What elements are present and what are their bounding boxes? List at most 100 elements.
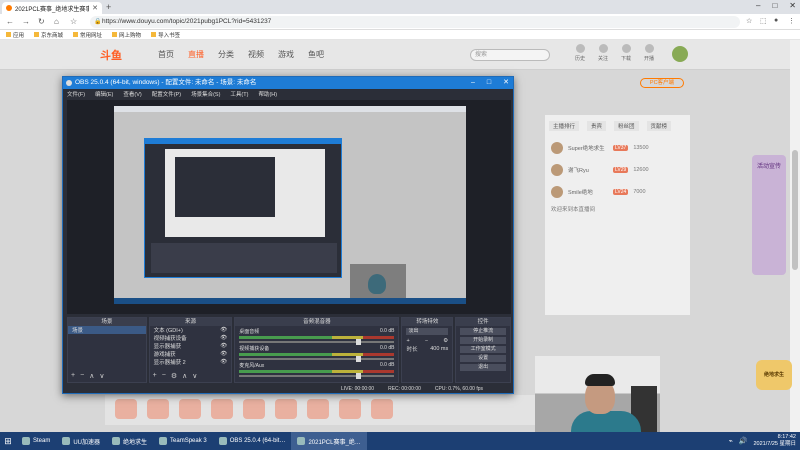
remove-icon[interactable]: − xyxy=(425,338,428,344)
duration-input[interactable]: 400 ms xyxy=(430,346,448,352)
visibility-icon[interactable]: 👁 xyxy=(220,359,227,365)
nav-category[interactable]: 分类 xyxy=(218,49,234,60)
gift-icon[interactable] xyxy=(339,399,361,419)
exit-button[interactable]: 退出 xyxy=(460,364,506,371)
nav-home[interactable]: 首页 xyxy=(158,49,174,60)
tab-close-icon[interactable]: ✕ xyxy=(92,4,98,12)
network-icon[interactable]: ⌁ xyxy=(729,437,733,445)
clock[interactable]: 8:17:42 2021/7/25 星期日 xyxy=(754,434,797,448)
menu-tools[interactable]: 工具(T) xyxy=(230,90,248,98)
maximize-icon[interactable]: □ xyxy=(487,77,491,89)
star-icon[interactable]: ☆ xyxy=(746,17,752,25)
settings-button[interactable]: 设置 xyxy=(460,355,506,362)
reload-icon[interactable]: ↻ xyxy=(38,17,45,26)
rank-row[interactable]: Super绝地求生 LV37 13500 xyxy=(545,137,690,159)
volume-slider[interactable] xyxy=(239,356,395,362)
gear-icon[interactable]: ⚙ xyxy=(171,372,177,380)
source-item[interactable]: 游戏捕获 👁 xyxy=(150,350,232,358)
volume-icon[interactable]: 🔊 xyxy=(739,437,748,445)
menu-file[interactable]: 文件(F) xyxy=(67,90,85,98)
taskbar-item-teamspeak[interactable]: TeamSpeak 3 xyxy=(153,432,213,450)
stop-streaming-button[interactable]: 停止推流 xyxy=(460,328,506,335)
minimize-icon[interactable]: – xyxy=(756,1,760,10)
taskbar-item-steam[interactable]: Steam xyxy=(16,432,56,450)
gift-icon[interactable] xyxy=(371,399,393,419)
taskbar-item-pubg[interactable]: 绝地求生 xyxy=(106,432,153,450)
bookmark-item[interactable]: 网上购物 xyxy=(112,31,141,39)
pc-client-button[interactable]: PC客户端 xyxy=(640,78,684,88)
tab-vip[interactable]: 贵宾 xyxy=(587,121,607,131)
rank-row[interactable]: Smile绝地 LV24 7000 xyxy=(545,181,690,203)
taskbar-item-browser[interactable]: 2021PCL赛事_绝… xyxy=(291,432,367,450)
bookmark-apps[interactable]: 应用 xyxy=(6,31,24,39)
transition-select[interactable]: 淡出 xyxy=(406,328,449,335)
visibility-icon[interactable]: 👁 xyxy=(220,327,227,333)
volume-slider[interactable] xyxy=(239,373,395,379)
volume-slider[interactable] xyxy=(239,339,395,345)
download-button[interactable]: 下载 xyxy=(621,44,631,62)
menu-edit[interactable]: 编辑(E) xyxy=(95,90,113,98)
menu-help[interactable]: 帮助(H) xyxy=(258,90,277,98)
bookmark-item[interactable]: 京东商城 xyxy=(34,31,63,39)
add-icon[interactable]: + xyxy=(153,372,157,380)
history-button[interactable]: 历史 xyxy=(575,44,585,62)
rank-row[interactable]: 谢飞Ryu LV29 12600 xyxy=(545,159,690,181)
tab-contribution[interactable]: 贡献榜 xyxy=(646,121,672,131)
tab-fans[interactable]: 粉丝团 xyxy=(614,121,639,131)
gift-icon[interactable] xyxy=(211,399,233,419)
move-down-icon[interactable]: ∨ xyxy=(192,372,197,380)
menu-scene-collection[interactable]: 场景集合(S) xyxy=(191,90,220,98)
nav-video[interactable]: 视频 xyxy=(248,49,264,60)
douyu-logo[interactable]: 斗鱼 xyxy=(100,47,122,63)
new-tab-button[interactable]: + xyxy=(106,2,111,12)
close-icon[interactable]: ✕ xyxy=(789,1,796,10)
forward-icon[interactable]: → xyxy=(22,17,30,26)
minimize-icon[interactable]: – xyxy=(471,77,475,89)
nav-fishbar[interactable]: 鱼吧 xyxy=(308,49,324,60)
user-avatar[interactable] xyxy=(672,46,688,62)
gift-icon[interactable] xyxy=(115,399,137,419)
close-icon[interactable]: ✕ xyxy=(503,77,509,89)
taskbar-item-uu[interactable]: UU加速器 xyxy=(56,432,106,450)
source-item[interactable]: 视频捕获设备 👁 xyxy=(150,334,232,342)
move-up-icon[interactable]: ∧ xyxy=(182,372,187,380)
obs-preview[interactable] xyxy=(67,100,511,314)
gear-icon[interactable]: ⚙ xyxy=(443,338,448,344)
home-icon[interactable]: ⌂ xyxy=(54,17,59,26)
source-item[interactable]: 显示器捕获 2 👁 xyxy=(150,358,232,366)
gift-icon[interactable] xyxy=(307,399,329,419)
maximize-icon[interactable]: □ xyxy=(772,1,777,10)
source-item[interactable]: 文本 (GDI+) 👁 xyxy=(150,326,232,334)
studio-mode-button[interactable]: 工作室模式 xyxy=(460,346,506,353)
menu-icon[interactable]: ⋮ xyxy=(788,17,795,25)
url-input[interactable]: 🔒 https://www.douyu.com/topic/2021pubg1P… xyxy=(90,16,740,28)
scrollbar-thumb[interactable] xyxy=(792,150,798,270)
obs-title-bar[interactable]: OBS 25.0.4 (64-bit, windows) - 配置文件: 未命名… xyxy=(63,77,513,89)
back-icon[interactable]: ← xyxy=(6,17,14,26)
tab-anchor-rank[interactable]: 主播排行 xyxy=(549,121,580,131)
gift-icon[interactable] xyxy=(147,399,169,419)
nav-games[interactable]: 游戏 xyxy=(278,49,294,60)
taskbar-item-obs[interactable]: OBS 25.0.4 (64-bit… xyxy=(213,432,292,450)
add-icon[interactable]: + xyxy=(71,372,75,380)
start-button[interactable]: ⊞ xyxy=(0,432,16,450)
menu-view[interactable]: 查看(V) xyxy=(123,90,141,98)
gift-icon[interactable] xyxy=(243,399,265,419)
move-up-icon[interactable]: ∧ xyxy=(89,372,94,380)
remove-icon[interactable]: − xyxy=(80,372,84,380)
profile-icon[interactable]: ● xyxy=(774,17,778,24)
source-item[interactable]: 显示器捕获 👁 xyxy=(150,342,232,350)
visibility-icon[interactable]: 👁 xyxy=(220,335,227,341)
browser-tab[interactable]: 2021PCL赛事_绝地求生赛事… ✕ xyxy=(2,2,102,14)
broadcast-button[interactable]: 开播 xyxy=(644,44,654,62)
follow-button[interactable]: 关注 xyxy=(598,44,608,62)
scene-item[interactable]: 场景 xyxy=(68,326,146,334)
add-icon[interactable]: + xyxy=(406,338,409,344)
remove-icon[interactable]: − xyxy=(162,372,166,380)
extension-icon[interactable]: ⬚ xyxy=(760,17,767,25)
nav-live[interactable]: 直播 xyxy=(188,49,204,60)
move-down-icon[interactable]: ∨ xyxy=(99,372,104,380)
visibility-icon[interactable]: 👁 xyxy=(220,351,227,357)
event-banner[interactable]: 活动宣传 xyxy=(752,155,786,275)
bookmark-item[interactable]: 常用网址 xyxy=(73,31,102,39)
